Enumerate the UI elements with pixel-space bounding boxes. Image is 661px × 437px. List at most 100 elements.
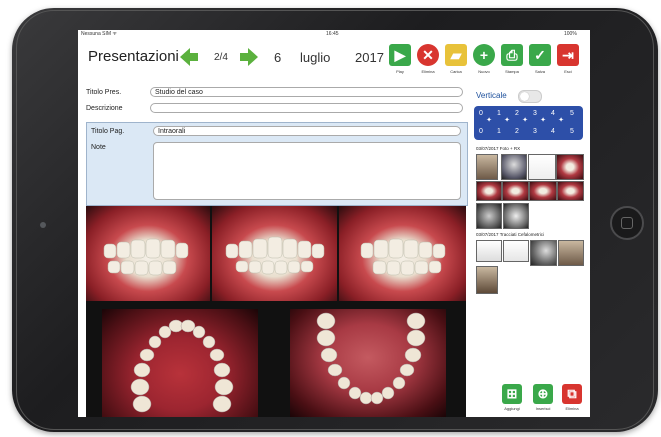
thumbnail-xray[interactable]	[501, 154, 527, 180]
star-marker: ✦	[522, 117, 528, 124]
photo-upper-occlusal[interactable]	[102, 309, 258, 417]
exit-button[interactable]: ⇥ Esci	[556, 44, 580, 80]
thumbnail-teeth[interactable]	[502, 181, 529, 201]
num-bottom-2[interactable]: 2	[512, 127, 522, 137]
note-label: Note	[91, 144, 106, 151]
descrizione-input[interactable]	[150, 103, 463, 113]
print-button[interactable]: ⎙ Stampa	[500, 44, 524, 80]
home-button[interactable]	[610, 206, 644, 240]
save-button[interactable]: ✓ Salva	[528, 44, 552, 80]
titolo-pres-label: Titolo Pres.	[86, 89, 122, 96]
play-button[interactable]: ▶ Play	[388, 44, 412, 80]
battery-level: 100%	[564, 31, 577, 37]
num-bottom-1[interactable]: 1	[494, 127, 504, 137]
photo-left-lateral[interactable]	[339, 206, 466, 301]
thumbnail-teeth[interactable]	[529, 181, 557, 201]
thumbnail-document[interactable]	[528, 154, 556, 180]
num-top-1[interactable]: 1	[494, 109, 504, 119]
teeth-left-lateral	[360, 238, 446, 276]
delete-pages-button[interactable]: ⧉ Elimina	[561, 384, 583, 417]
cephalometric-group-label: 03/07/2017 Tracciati Cefalometrici	[476, 232, 545, 237]
thumbnail-teeth[interactable]	[476, 181, 502, 201]
thumbnail-face[interactable]	[476, 266, 498, 294]
exit-label: Esci	[564, 69, 572, 74]
delete-icon: ✕	[417, 44, 439, 66]
num-top-4[interactable]: 4	[548, 109, 558, 119]
date-day[interactable]: 6	[274, 50, 281, 65]
load-label: Carica	[450, 69, 462, 74]
delete-pages-icon: ⧉	[562, 384, 582, 404]
teeth-lower-arch	[316, 312, 426, 405]
date-year[interactable]: 2017	[355, 50, 384, 65]
clock: 16:45	[326, 31, 339, 37]
header-toolbar: Presentazioni 2/4 6 luglio 2017 ▶ Play ✕…	[78, 40, 590, 80]
carrier-label: Nessuna SIM ᯤ	[81, 31, 117, 37]
insert-button[interactable]: ⊕ Inserisci	[532, 384, 554, 417]
add-icon: ⊞	[502, 384, 522, 404]
status-bar: Nessuna SIM ᯤ 16:45 100%	[78, 30, 590, 38]
star-marker: ✦	[558, 117, 564, 124]
page-title: Presentazioni	[88, 48, 179, 65]
date-month[interactable]: luglio	[300, 50, 330, 65]
photo-right-lateral[interactable]	[86, 206, 210, 301]
titolo-pag-label: Titolo Pag.	[91, 128, 125, 135]
photo-lower-occlusal[interactable]	[290, 309, 446, 417]
new-label: Nuovo	[478, 69, 490, 74]
load-button[interactable]: ▰ Carica	[444, 44, 468, 80]
thumbnail-tracing[interactable]	[476, 240, 502, 262]
add-button[interactable]: ⊞ Aggiungi	[501, 384, 523, 417]
num-bottom-3[interactable]: 3	[530, 127, 540, 137]
teeth-frontal	[225, 236, 325, 275]
thumbnail-teeth[interactable]	[557, 181, 584, 201]
delete-button[interactable]: ✕ Elimina	[416, 44, 440, 80]
num-top-3[interactable]: 3	[530, 109, 540, 119]
star-marker: ✦	[540, 117, 546, 124]
photo-frontal[interactable]	[212, 206, 337, 301]
insert-icon: ⊕	[533, 384, 553, 404]
verticale-label: Verticale	[476, 91, 507, 100]
thumbnail-face[interactable]	[476, 154, 498, 180]
thumbnail-face[interactable]	[558, 240, 584, 266]
delete-label: Elimina	[421, 69, 435, 74]
play-label: Play	[396, 69, 404, 74]
printer-icon: ⎙	[501, 44, 523, 66]
app-screen: Nessuna SIM ᯤ 16:45 100% Presentazioni 2…	[78, 30, 590, 417]
page-details-panel: Titolo Pag. Intraorali Note	[86, 122, 468, 206]
note-textarea[interactable]	[153, 142, 461, 200]
photo-grid	[86, 206, 466, 417]
titolo-pres-input[interactable]: Studio del caso	[150, 87, 463, 97]
check-icon: ✓	[529, 44, 551, 66]
insert-label: Inserisci	[535, 406, 551, 411]
num-bottom-5[interactable]: 5	[567, 127, 577, 137]
folder-icon: ▰	[445, 44, 467, 66]
num-bottom-4[interactable]: 4	[548, 127, 558, 137]
new-button[interactable]: + Nuovo	[472, 44, 496, 80]
num-top-5[interactable]: 5	[567, 109, 577, 119]
thumbnail-teeth[interactable]	[556, 154, 584, 180]
print-label: Stampa	[505, 69, 519, 74]
page-number-selector: 0 ✦ 1 ✦ 2 ✦ 3 ✦ 4 ✦ 5 0 1 2 3 4 5	[474, 106, 583, 140]
num-top-2[interactable]: 2	[512, 109, 522, 119]
photo-group-label: 03/07/2017 Foto + RX	[476, 146, 521, 151]
next-arrow-icon[interactable]	[238, 46, 260, 68]
save-label: Salva	[534, 69, 545, 74]
thumbnail-xray[interactable]	[530, 240, 557, 266]
add-label: Aggiungi	[504, 406, 520, 411]
thumbnail-xray[interactable]	[503, 203, 529, 229]
teeth-right-lateral	[103, 238, 189, 276]
delete-pages-label: Elimina	[565, 406, 579, 411]
verticale-toggle[interactable]	[518, 90, 542, 103]
play-icon: ▶	[389, 44, 411, 66]
star-marker: ✦	[486, 117, 492, 124]
num-top-0[interactable]: 0	[476, 109, 486, 119]
plus-icon: +	[473, 44, 495, 66]
thumbnail-tracing[interactable]	[503, 240, 529, 262]
titolo-pag-input[interactable]: Intraorali	[153, 126, 461, 136]
descrizione-label: Descrizione	[86, 105, 123, 112]
num-bottom-0[interactable]: 0	[476, 127, 486, 137]
previous-arrow-icon[interactable]	[178, 46, 200, 68]
exit-icon: ⇥	[557, 44, 579, 66]
thumbnail-xray[interactable]	[476, 203, 502, 229]
camera	[40, 222, 46, 228]
page-indicator: 2/4	[214, 52, 228, 63]
